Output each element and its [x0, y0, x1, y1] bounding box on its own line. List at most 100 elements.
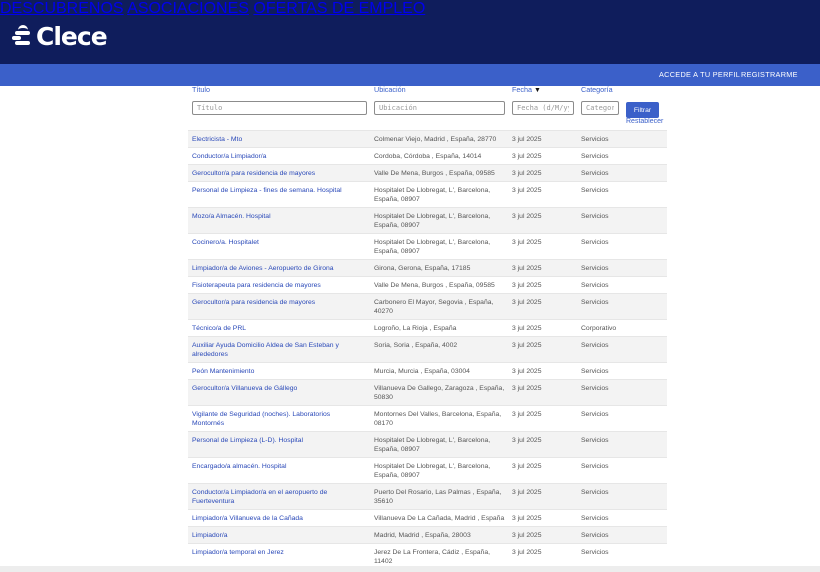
job-title-link[interactable]: Limpiador/a Villanueva de la Cañada — [192, 514, 360, 523]
column-header-location[interactable]: Ubicación — [374, 85, 406, 94]
job-category: Servicios — [581, 170, 609, 177]
job-title-link[interactable]: Limpiador/a temporal en Jerez — [192, 548, 360, 557]
login-profile-link[interactable]: ACCEDE A TU PERFIL — [659, 70, 740, 79]
job-title-link[interactable]: Personal de Limpieza (L-D). Hospital — [192, 436, 360, 445]
job-row[interactable]: Gerocultor/a Villanueva de Gállego Villan… — [188, 379, 667, 405]
job-row[interactable]: Limpiador/a Madrid, Madrid , España, 2800… — [188, 526, 667, 543]
job-row[interactable]: Limpiador/a Villanueva de la Cañada Villa… — [188, 509, 667, 526]
job-row[interactable]: Peón Mantenimiento Murcia, Murcia , Españ… — [188, 362, 667, 379]
job-row[interactable]: Mozo/a Almacén. Hospital Hospitalet De Ll… — [188, 207, 667, 233]
job-location: Hospitalet De Llobregat, L', Barcelona, … — [374, 239, 491, 255]
job-category: Servicios — [581, 342, 609, 349]
job-row[interactable]: Personal de Limpieza - fines de semana. … — [188, 181, 667, 207]
job-row[interactable]: Conductor/a Limpiador/a Cordoba, Córdoba … — [188, 147, 667, 164]
job-location: Cordoba, Córdoba , España, 14014 — [374, 153, 482, 160]
filter-button[interactable]: Filtrar — [626, 102, 659, 118]
job-date: 3 jul 2025 — [512, 325, 542, 332]
job-title-link[interactable]: Electricista - Mto — [192, 135, 360, 144]
job-location: Hospitalet De Llobregat, L', Barcelona, … — [374, 187, 491, 203]
job-date: 3 jul 2025 — [512, 437, 542, 444]
job-category: Corporativo — [581, 325, 617, 332]
job-title-link[interactable]: Encargado/a almacén. Hospital — [192, 462, 360, 471]
clece-logo-icon — [12, 25, 32, 48]
job-date: 3 jul 2025 — [512, 170, 542, 177]
job-row[interactable]: Técnico/a de PRL Logroño, La Rioja , Espa… — [188, 319, 667, 336]
job-date: 3 jul 2025 — [512, 463, 542, 470]
title-filter-input[interactable] — [192, 101, 367, 115]
job-category: Servicios — [581, 239, 609, 246]
job-title-link[interactable]: Técnico/a de PRL — [192, 324, 360, 333]
location-filter-input[interactable] — [374, 101, 505, 115]
job-title-link[interactable]: Gerocultor/a para residencia de mayores — [192, 169, 360, 178]
job-category: Servicios — [581, 187, 609, 194]
job-date: 3 jul 2025 — [512, 136, 542, 143]
job-title-link[interactable]: Gerocultor/a Villanueva de Gállego — [192, 384, 360, 393]
job-row[interactable]: Vigilante de Seguridad (noches). Laborat… — [188, 405, 667, 431]
job-row[interactable]: Electricista - Mto Colmenar Viejo, Madrid… — [188, 130, 667, 147]
job-title-link[interactable]: Auxiliar Ayuda Domicilio Aldea de San Es… — [192, 341, 360, 359]
job-row[interactable]: Fisioterapeuta para residencia de mayore… — [188, 276, 667, 293]
job-title-link[interactable]: Limpiador/a de Aviones - Aeropuerto de G… — [192, 264, 360, 273]
account-bar: ACCEDE A TU PERFIL REGISTRARME — [0, 64, 820, 86]
job-date: 3 jul 2025 — [512, 368, 542, 375]
job-date: 3 jul 2025 — [512, 385, 542, 392]
job-row[interactable]: Auxiliar Ayuda Domicilio Aldea de San Es… — [188, 336, 667, 362]
job-date: 3 jul 2025 — [512, 239, 542, 246]
job-location: Colmenar Viejo, Madrid , España, 28770 — [374, 136, 497, 143]
job-row[interactable]: Gerocultor/a para residencia de mayores V… — [188, 164, 667, 181]
job-location: Logroño, La Rioja , España — [374, 325, 457, 332]
category-filter-input[interactable] — [581, 101, 619, 115]
column-header-title[interactable]: Título — [192, 85, 210, 94]
job-title-link[interactable]: Vigilante de Seguridad (noches). Laborat… — [192, 410, 360, 428]
job-title-link[interactable]: Fisioterapeuta para residencia de mayore… — [192, 281, 360, 290]
job-date: 3 jul 2025 — [512, 489, 542, 496]
job-list: Electricista - Mto Colmenar Viejo, Madrid… — [188, 130, 667, 569]
sort-desc-icon: ▼ — [533, 87, 541, 94]
job-category: Servicios — [581, 463, 609, 470]
job-location: Hospitalet De Llobregat, L', Barcelona, … — [374, 213, 491, 229]
job-title-link[interactable]: Personal de Limpieza - fines de semana. … — [192, 186, 360, 195]
job-category: Servicios — [581, 411, 609, 418]
job-row[interactable]: Personal de Limpieza (L-D). Hospital Hosp… — [188, 431, 667, 457]
job-row[interactable]: Conductor/a Limpiador/a en el aeropuerto… — [188, 483, 667, 509]
job-date: 3 jul 2025 — [512, 299, 542, 306]
column-header-date[interactable]: Fecha ▼ — [512, 85, 541, 94]
job-category: Servicios — [581, 299, 609, 306]
job-category: Servicios — [581, 385, 609, 392]
column-header-category[interactable]: Categoría — [581, 85, 613, 94]
reset-filters-link[interactable]: Restablecer — [626, 118, 663, 125]
job-title-link[interactable]: Peón Mantenimiento — [192, 367, 360, 376]
job-location: Villanueva De Gallego, Zaragoza , España… — [374, 385, 505, 401]
job-title-link[interactable]: Gerocultor/a para residencia de mayores — [192, 298, 360, 307]
column-header-date-label: Fecha — [512, 85, 532, 94]
job-row[interactable]: Encargado/a almacén. Hospital Hospitalet … — [188, 457, 667, 483]
nav-descubrenos[interactable]: DESCUBRENOS — [0, 0, 124, 17]
job-title-link[interactable]: Conductor/a Limpiador/a — [192, 152, 360, 161]
nav-ofertas-de-empleo[interactable]: OFERTAS DE EMPLEO — [253, 0, 425, 17]
page-bottom-edge — [0, 566, 820, 572]
job-title-link[interactable]: Cocinero/a. Hospitalet — [192, 238, 360, 247]
job-date: 3 jul 2025 — [512, 265, 542, 272]
job-date: 3 jul 2025 — [512, 282, 542, 289]
job-category: Servicios — [581, 549, 609, 556]
job-row[interactable]: Cocinero/a. Hospitalet Hospitalet De Llob… — [188, 233, 667, 259]
job-title-link[interactable]: Mozo/a Almacén. Hospital — [192, 212, 360, 221]
job-location: Villanueva De La Cañada, Madrid , España — [374, 515, 505, 522]
register-link[interactable]: REGISTRARME — [741, 70, 798, 79]
job-date: 3 jul 2025 — [512, 411, 542, 418]
job-row[interactable]: Gerocultor/a para residencia de mayores C… — [188, 293, 667, 319]
job-location: Hospitalet De Llobregat, L', Barcelona, … — [374, 437, 491, 453]
job-date: 3 jul 2025 — [512, 532, 542, 539]
job-location: Hospitalet De Llobregat, L', Barcelona, … — [374, 463, 491, 479]
job-category: Servicios — [581, 368, 609, 375]
job-location: Soria, Soria , España, 4002 — [374, 342, 458, 349]
nav-asociaciones[interactable]: ASOCIACIONES — [127, 0, 249, 17]
job-location: Madrid, Madrid , España, 28003 — [374, 532, 471, 539]
job-row[interactable]: Limpiador/a de Aviones - Aeropuerto de G… — [188, 259, 667, 276]
job-location: Murcia, Murcia , España, 03004 — [374, 368, 470, 375]
clece-logo[interactable]: Clece — [12, 23, 108, 51]
job-title-link[interactable]: Conductor/a Limpiador/a en el aeropuerto… — [192, 488, 360, 506]
job-date: 3 jul 2025 — [512, 153, 542, 160]
date-filter-input[interactable] — [512, 101, 574, 115]
job-title-link[interactable]: Limpiador/a — [192, 531, 360, 540]
